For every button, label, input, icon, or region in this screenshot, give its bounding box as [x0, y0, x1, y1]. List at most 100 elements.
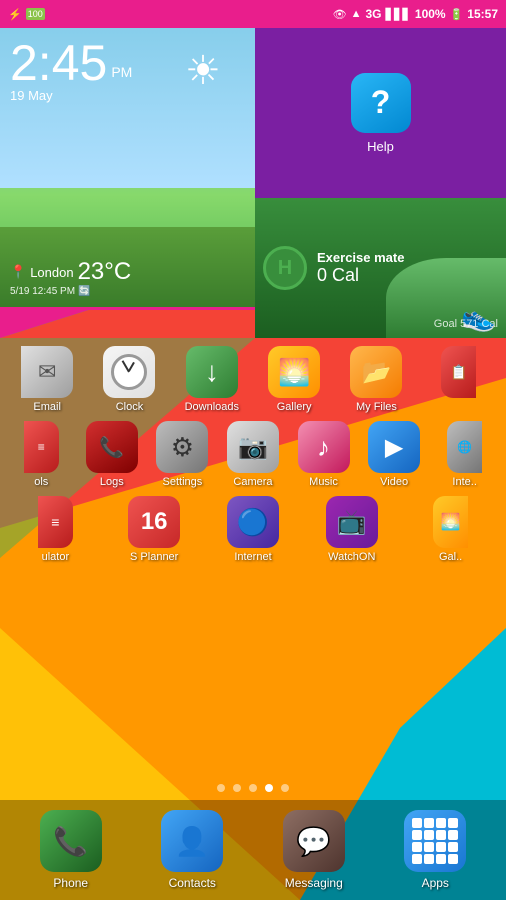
logs-label: Logs: [100, 476, 124, 488]
clock-face: [111, 354, 147, 390]
internet-icon[interactable]: 🔵: [227, 496, 279, 548]
gallery-partial-icon[interactable]: 🌅: [433, 496, 468, 548]
music-label: Music: [309, 476, 338, 488]
weather-location: London: [30, 265, 73, 280]
weather-ampm: PM: [111, 64, 132, 80]
page-dots: [0, 784, 506, 792]
wifi-icon: ▲: [351, 8, 362, 20]
weather-widget[interactable]: ☀ 2:45 PM 19 May 📍 London 23°C 5/19 12:4…: [0, 28, 255, 310]
app-tools-partial[interactable]: ≡ ols: [6, 421, 76, 488]
logs-partial-icon[interactable]: 📋: [441, 346, 476, 398]
dock-apps[interactable]: Apps: [395, 810, 475, 890]
watchon-label: WatchON: [328, 551, 375, 563]
dock-phone[interactable]: 📞 Phone: [31, 810, 111, 890]
contacts-dock-icon[interactable]: 👤: [161, 810, 223, 872]
app-row-3: ≡ ulator 16 S Planner 🔵 Internet 📺 Watch…: [4, 496, 502, 563]
app-logs[interactable]: 📞 Logs: [77, 421, 147, 488]
app-calculator-partial[interactable]: ≡ ulator: [20, 496, 90, 563]
app-watchon[interactable]: 📺 WatchON: [317, 496, 387, 563]
app-settings[interactable]: ⚙ Settings: [147, 421, 217, 488]
downloads-label: Downloads: [185, 401, 239, 413]
clock-hour-hand: [129, 362, 136, 372]
battery-icon: 🔋: [450, 8, 464, 21]
settings-icon[interactable]: ⚙: [156, 421, 208, 473]
grid-icon: [408, 814, 462, 868]
signal-bars-icon: ▋▋▋: [386, 8, 411, 21]
tools-partial-icon[interactable]: ≡: [24, 421, 59, 473]
dot-4-active[interactable]: [265, 784, 273, 792]
bottom-dock: 📞 Phone 👤 Contacts 💬 Messaging Apps: [0, 800, 506, 900]
app-internet-partial[interactable]: 🌐 Inte..: [430, 421, 500, 488]
weather-update: 5/19 12:45 PM: [10, 286, 75, 297]
help-icon[interactable]: ?: [351, 73, 411, 133]
calculator-partial-icon[interactable]: ≡: [38, 496, 73, 548]
internet-label: Internet: [234, 551, 271, 563]
exercise-cal: 0 Cal: [317, 265, 404, 286]
app-music[interactable]: ♪ Music: [289, 421, 359, 488]
help-widget[interactable]: ? Help: [255, 28, 506, 198]
app-camera[interactable]: 📷 Camera: [218, 421, 288, 488]
app-internet[interactable]: 🔵 Internet: [218, 496, 288, 563]
network-type: 3G: [365, 7, 381, 21]
messaging-dock-icon[interactable]: 💬: [283, 810, 345, 872]
apps-grid: ✉ Email Clock ↓ Downloads 🌅 Gallery: [0, 338, 506, 579]
android-icon: 100: [26, 8, 45, 20]
video-label: Video: [380, 476, 408, 488]
eye-icon: 👁: [333, 8, 347, 21]
messaging-dock-label: Messaging: [285, 876, 343, 890]
splanner-label: S Planner: [130, 551, 178, 563]
splanner-icon[interactable]: 16: [128, 496, 180, 548]
app-clock[interactable]: Clock: [94, 346, 164, 413]
weather-location-content: 📍 London 23°C 5/19 12:45 PM 🔄: [10, 258, 131, 297]
usb-icon: ⚡: [8, 8, 22, 21]
app-row-2: ≡ ols 📞 Logs ⚙ Settings 📷 Camera ♪: [4, 421, 502, 488]
watchon-icon[interactable]: 📺: [326, 496, 378, 548]
phone-dock-icon[interactable]: 📞: [40, 810, 102, 872]
exercise-widget[interactable]: 👟 H Exercise mate 0 Cal Goal 571 Cal: [255, 198, 506, 338]
clock-time: 15:57: [467, 7, 498, 21]
music-icon[interactable]: ♪: [298, 421, 350, 473]
logs-icon[interactable]: 📞: [86, 421, 138, 473]
location-icon: 📍: [10, 264, 26, 280]
app-logs-partial[interactable]: 📋: [424, 346, 494, 413]
dock-messaging[interactable]: 💬 Messaging: [274, 810, 354, 890]
calculator-label: ulator: [42, 551, 70, 563]
refresh-icon: 🔄: [78, 286, 90, 297]
app-gallery-partial[interactable]: 🌅 Gal..: [416, 496, 486, 563]
video-icon[interactable]: ▶: [368, 421, 420, 473]
camera-label: Camera: [233, 476, 272, 488]
app-email[interactable]: ✉ Email: [12, 346, 82, 413]
settings-label: Settings: [163, 476, 203, 488]
camera-icon[interactable]: 📷: [227, 421, 279, 473]
exercise-icon: H: [263, 246, 307, 290]
status-bar: ⚡ 100 👁 ▲ 3G ▋▋▋ 100% 🔋 15:57: [0, 0, 506, 28]
dot-2[interactable]: [233, 784, 241, 792]
widgets-area: ☀ 2:45 PM 19 May 📍 London 23°C 5/19 12:4…: [0, 28, 506, 338]
dock-contacts[interactable]: 👤 Contacts: [152, 810, 232, 890]
weather-time-content: 2:45 PM 19 May: [10, 38, 132, 103]
email-icon[interactable]: ✉: [21, 346, 73, 398]
gallery-icon[interactable]: 🌅: [268, 346, 320, 398]
help-label: Help: [367, 139, 394, 154]
email-label: Email: [33, 401, 61, 413]
gallery-partial-label: Gal..: [439, 551, 462, 563]
app-gallery[interactable]: 🌅 Gallery: [259, 346, 329, 413]
exercise-title: Exercise mate: [317, 250, 404, 265]
app-downloads[interactable]: ↓ Downloads: [177, 346, 247, 413]
dot-3[interactable]: [249, 784, 257, 792]
battery-percent: 100%: [415, 7, 446, 21]
sun-icon: ☀: [185, 48, 235, 98]
downloads-icon[interactable]: ↓: [186, 346, 238, 398]
dot-1[interactable]: [217, 784, 225, 792]
app-splanner[interactable]: 16 S Planner: [119, 496, 189, 563]
dot-5[interactable]: [281, 784, 289, 792]
contacts-dock-label: Contacts: [169, 876, 216, 890]
app-video[interactable]: ▶ Video: [359, 421, 429, 488]
app-myfiles[interactable]: 📂 My Files: [341, 346, 411, 413]
clock-icon[interactable]: [103, 346, 155, 398]
apps-dock-icon[interactable]: [404, 810, 466, 872]
app-row-1: ✉ Email Clock ↓ Downloads 🌅 Gallery: [4, 346, 502, 413]
status-right: 👁 ▲ 3G ▋▋▋ 100% 🔋 15:57: [333, 7, 498, 21]
myfiles-icon[interactable]: 📂: [350, 346, 402, 398]
internet-partial-icon[interactable]: 🌐: [447, 421, 482, 473]
